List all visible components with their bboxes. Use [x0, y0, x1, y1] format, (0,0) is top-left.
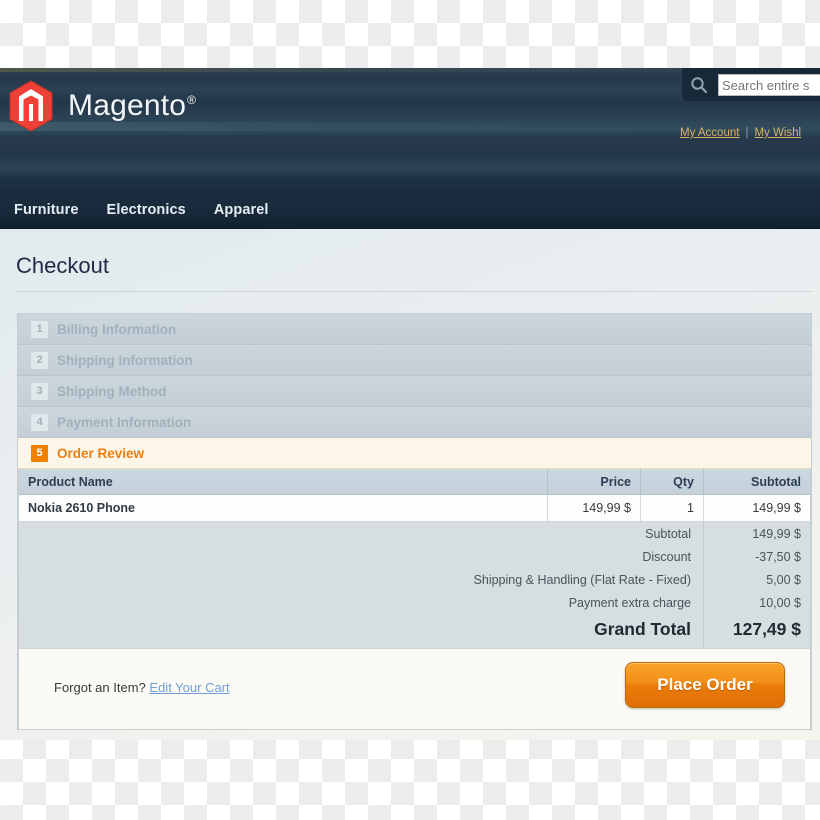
cell-qty: 1: [640, 494, 704, 522]
checkout-accordion: 1 Billing Information 2 Shipping Informa…: [17, 313, 812, 730]
column-header-product-name: Product Name: [19, 469, 548, 495]
search-input[interactable]: [718, 74, 820, 96]
checkout-step-shipping-information[interactable]: 2 Shipping Information: [18, 345, 811, 376]
grand-total-value: 127,49 $: [703, 614, 810, 648]
cell-subtotal: 149,99 $: [703, 494, 810, 522]
totals-row-payment-extra-charge: Payment extra charge 10,00 $: [19, 591, 810, 614]
checkout-step-order-review[interactable]: 5 Order Review: [18, 438, 811, 469]
step-label: Billing Information: [57, 321, 177, 337]
forgot-item-text: Forgot an Item? Edit Your Cart: [54, 680, 230, 695]
totals-value: 10,00 $: [703, 591, 810, 614]
page-title: Checkout: [16, 253, 109, 278]
step-number: 1: [31, 320, 48, 338]
nav-item-apparel[interactable]: Apparel: [214, 202, 269, 218]
checkout-step-billing-information[interactable]: 1 Billing Information: [18, 314, 811, 345]
step-number: 3: [31, 382, 48, 400]
totals-value: 149,99 $: [703, 521, 810, 545]
my-wishlist-link[interactable]: My Wishl: [754, 127, 801, 139]
totals-label: Payment extra charge: [19, 591, 704, 614]
totals-row-grand-total: Grand Total 127,49 $: [19, 614, 810, 648]
totals-value: -37,50 $: [703, 545, 810, 568]
checkout-step-shipping-method[interactable]: 3 Shipping Method: [18, 376, 811, 407]
step-label: Order Review: [57, 445, 145, 461]
totals-row-discount: Discount -37,50 $: [19, 545, 810, 568]
column-header-subtotal: Subtotal: [703, 469, 810, 495]
step-label: Payment Information: [57, 414, 192, 430]
column-header-qty: Qty: [640, 469, 704, 495]
grand-total-label: Grand Total: [19, 614, 704, 648]
link-separator: |: [745, 127, 749, 139]
totals-row-shipping-handling: Shipping & Handling (Flat Rate - Fixed) …: [19, 568, 810, 591]
site-logo[interactable]: Magento®: [8, 80, 196, 132]
totals-value: 5,00 $: [703, 568, 810, 591]
cell-product-name: Nokia 2610 Phone: [19, 494, 548, 522]
account-links: My Account | My Wishl: [680, 127, 801, 139]
page-body: Checkout 1 Billing Information 2 Shippin…: [0, 229, 820, 740]
order-items-table: Product Name Price Qty Subtotal Nokia 26…: [19, 469, 810, 648]
step-label: Shipping Method: [57, 383, 167, 399]
brand-name-text: Magento: [68, 89, 187, 122]
cell-price: 149,99 $: [547, 494, 641, 522]
step-label: Shipping Information: [57, 352, 193, 368]
forgot-item-label: Forgot an Item?: [54, 680, 146, 695]
search-box[interactable]: [682, 68, 820, 102]
magento-storefront: Magento® My Account | My Wishl Furniture E…: [0, 68, 820, 740]
checkout-step-payment-information[interactable]: 4 Payment Information: [18, 407, 811, 438]
checkout-action-bar: Forgot an Item? Edit Your Cart Place Ord…: [18, 648, 811, 730]
brand-name: Magento®: [68, 89, 196, 123]
step-number: 4: [31, 413, 48, 431]
main-navigation: Furniture Electronics Apparel: [0, 192, 820, 229]
place-order-button[interactable]: Place Order: [625, 662, 785, 708]
column-header-price: Price: [547, 469, 641, 495]
totals-label: Subtotal: [19, 521, 704, 545]
totals-label: Shipping & Handling (Flat Rate - Fixed): [19, 568, 704, 591]
magento-hexagon-icon: [8, 80, 54, 132]
totals-row-subtotal: Subtotal 149,99 $: [19, 521, 810, 545]
nav-item-furniture[interactable]: Furniture: [14, 202, 79, 218]
order-review-panel: Product Name Price Qty Subtotal Nokia 26…: [18, 469, 811, 648]
site-header: Magento® My Account | My Wishl: [0, 68, 820, 192]
screenshot-canvas: Magento® My Account | My Wishl Furniture E…: [0, 0, 820, 820]
nav-item-electronics[interactable]: Electronics: [107, 202, 186, 218]
my-account-link[interactable]: My Account: [680, 127, 739, 139]
registered-mark: ®: [187, 93, 197, 107]
edit-your-cart-link[interactable]: Edit Your Cart: [149, 680, 229, 695]
step-number: 2: [31, 351, 48, 369]
totals-label: Discount: [19, 545, 704, 568]
step-number: 5: [31, 444, 48, 462]
table-row: Nokia 2610 Phone 149,99 $ 1 149,99 $: [19, 494, 810, 522]
title-divider: [16, 291, 812, 292]
table-header-row: Product Name Price Qty Subtotal: [19, 469, 810, 495]
search-icon: [682, 68, 716, 102]
